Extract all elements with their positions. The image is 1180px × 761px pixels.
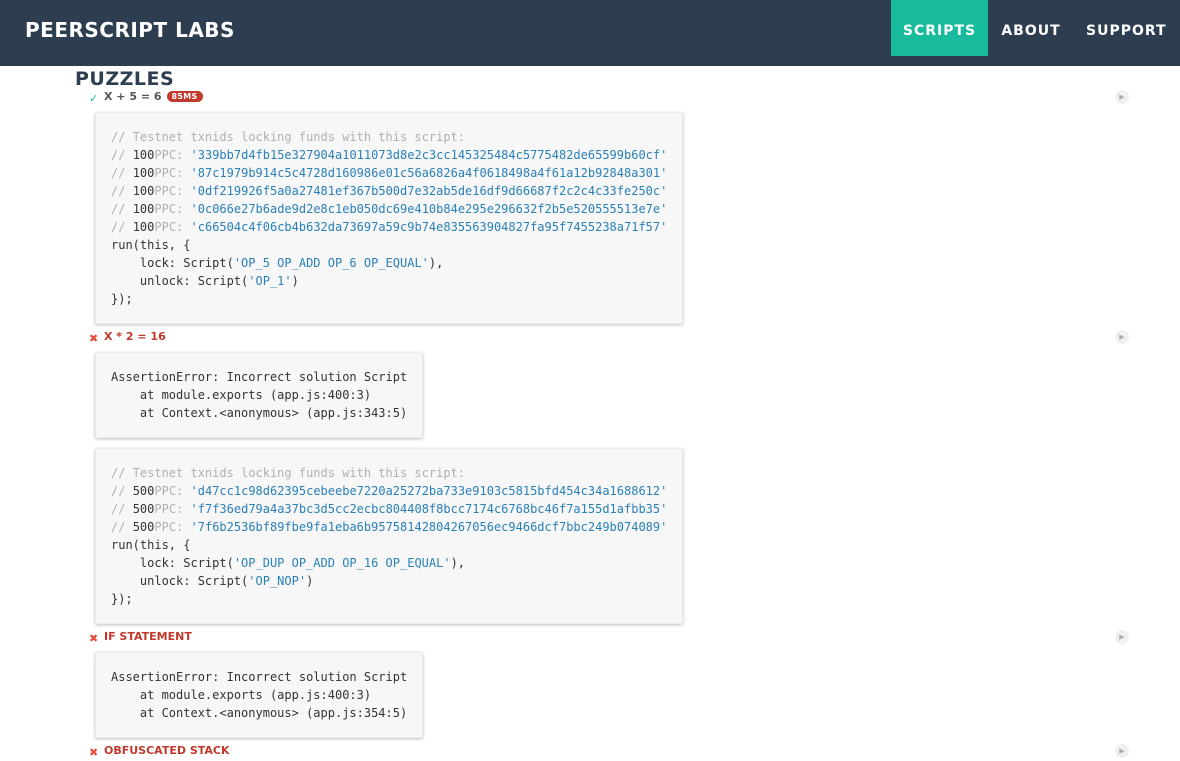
test-row[interactable]: ✓ X + 5 = 6 85MS ▶: [89, 89, 1129, 107]
code-punct: ),: [450, 556, 466, 570]
txn-amount: 500: [132, 502, 155, 516]
code-text: // Testnet txnids locking funds with thi…: [111, 130, 668, 306]
txn-id: '339bb7d4fb15e327904a1011073d8e2c3cc1453…: [190, 148, 668, 162]
error-message: AssertionError: Incorrect solution Scrip…: [111, 370, 408, 384]
code-punct: ),: [428, 256, 444, 270]
txn-id: '87c1979b914c5c4728d160986e01c56a6826a4f…: [190, 166, 668, 180]
play-icon[interactable]: ▶: [1115, 330, 1129, 344]
txn-amount: 100: [132, 148, 155, 162]
code-block: // Testnet txnids locking funds with thi…: [95, 448, 683, 624]
lock-script: 'OP_5 OP_ADD OP_6 OP_EQUAL': [233, 256, 429, 270]
test-row[interactable]: ✖ X * 2 = 16 ▶: [89, 329, 1129, 347]
txn-unit: PPC:: [154, 520, 184, 534]
cross-icon: ✖: [89, 332, 99, 345]
stack-line: at Context.<anonymous> (app.js:354:5): [111, 706, 408, 720]
test-title[interactable]: OBFUSCATED STACK: [104, 744, 230, 757]
unlock-script: 'OP_1': [248, 274, 292, 288]
top-navbar: PEERSCRIPT LABS SCRIPTS ABOUT SUPPORT: [0, 0, 1180, 66]
code-unlock: unlock: Script(: [111, 274, 249, 288]
txn-unit: PPC:: [154, 202, 184, 216]
error-block: AssertionError: Incorrect solution Scrip…: [95, 352, 423, 438]
code-lock: lock: Script(: [111, 256, 234, 270]
txn-amount: 100: [132, 220, 155, 234]
txn-unit: PPC:: [154, 220, 184, 234]
txn-unit: PPC:: [154, 484, 184, 498]
nav-about[interactable]: ABOUT: [1000, 0, 1062, 56]
code-text: // Testnet txnids locking funds with thi…: [111, 466, 668, 606]
txn-unit: PPC:: [154, 148, 184, 162]
txn-unit: PPC:: [154, 184, 184, 198]
test-title[interactable]: IF STATEMENT: [104, 630, 192, 643]
txn-amount: 100: [132, 166, 155, 180]
error-message: AssertionError: Incorrect solution Scrip…: [111, 670, 408, 684]
txn-id: '0df219926f5a0a27481ef367b500d7e32ab5de1…: [190, 184, 668, 198]
lock-script: 'OP_DUP OP_ADD OP_16 OP_EQUAL': [233, 556, 451, 570]
code-punct: ): [306, 574, 314, 588]
check-icon: ✓: [89, 92, 99, 105]
code-block: // Testnet txnids locking funds with thi…: [95, 112, 683, 324]
error-text: AssertionError: Incorrect solution Scrip…: [96, 353, 422, 422]
play-icon[interactable]: ▶: [1115, 744, 1129, 758]
code-comment: // Testnet txnids locking funds with thi…: [111, 130, 466, 144]
txn-amount: 500: [132, 484, 155, 498]
txn-unit: PPC:: [154, 166, 184, 180]
play-icon[interactable]: ▶: [1115, 90, 1129, 104]
test-row[interactable]: ✖ IF STATEMENT ▶: [89, 629, 1129, 647]
txn-id: '0c066e27b6ade9d2e8c1eb050dc69e410b84e29…: [190, 202, 668, 216]
txn-amount: 500: [132, 520, 155, 534]
code-run: run(this, {: [111, 238, 191, 252]
stack-line: at Context.<anonymous> (app.js:343:5): [111, 406, 408, 420]
txn-amount: 100: [132, 184, 155, 198]
txn-id: 'c66504c4f06cb4b632da73697a59c9b74e83556…: [190, 220, 668, 234]
code-punct: ): [291, 274, 299, 288]
nav-scripts[interactable]: SCRIPTS: [891, 0, 988, 56]
code-unlock: unlock: Script(: [111, 574, 249, 588]
brand-logo[interactable]: PEERSCRIPT LABS: [25, 18, 235, 42]
unlock-script: 'OP_NOP': [248, 574, 307, 588]
txn-id: 'f7f36ed79a4a37bc3d5cc2ecbc804408f8bcc71…: [190, 502, 668, 516]
error-block: AssertionError: Incorrect solution Scrip…: [95, 652, 423, 738]
code-lock: lock: Script(: [111, 556, 234, 570]
play-icon[interactable]: ▶: [1115, 630, 1129, 644]
partially-hidden-element: [534, 62, 656, 66]
test-title[interactable]: X + 5 = 6 85MS: [104, 90, 203, 103]
test-title[interactable]: X * 2 = 16: [104, 330, 166, 343]
cross-icon: ✖: [89, 632, 99, 645]
code-close: });: [111, 292, 133, 306]
stack-line: at module.exports (app.js:400:3): [111, 688, 372, 702]
error-text: AssertionError: Incorrect solution Scrip…: [96, 653, 422, 722]
stack-line: at module.exports (app.js:400:3): [111, 388, 372, 402]
txn-id: '7f6b2536bf89fbe9fa1eba6b957581428042670…: [190, 520, 668, 534]
duration-badge: 85MS: [166, 91, 203, 102]
cross-icon: ✖: [89, 746, 99, 759]
txn-amount: 100: [132, 202, 155, 216]
code-run: run(this, {: [111, 538, 191, 552]
test-row[interactable]: ✖ OBFUSCATED STACK ▶: [89, 743, 1129, 761]
code-close: });: [111, 592, 133, 606]
nav-support[interactable]: SUPPORT: [1086, 0, 1166, 56]
txn-id: 'd47cc1c98d62395cebeebe7220a25272ba733e9…: [190, 484, 668, 498]
code-comment: // Testnet txnids locking funds with thi…: [111, 466, 466, 480]
txn-unit: PPC:: [154, 502, 184, 516]
suite-title: PUZZLES: [75, 68, 175, 90]
